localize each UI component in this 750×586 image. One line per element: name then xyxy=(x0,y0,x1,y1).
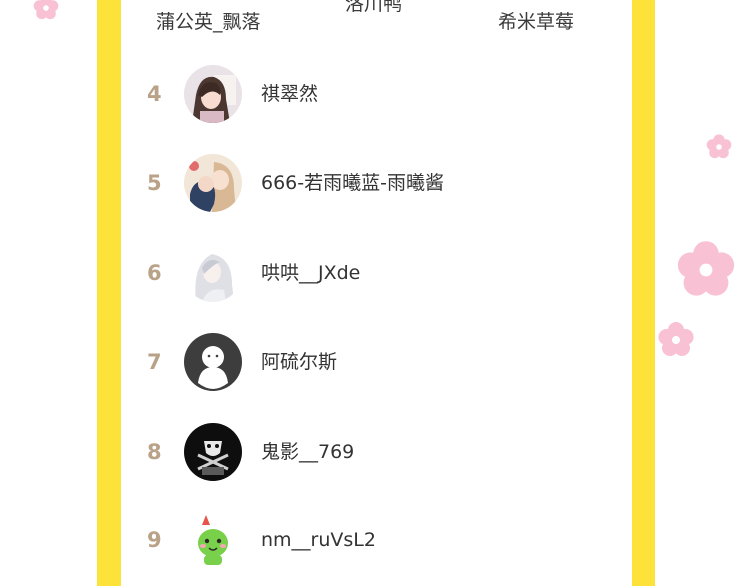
ranking-row[interactable]: 5 666-若雨曦蓝-雨曦酱 xyxy=(121,148,632,218)
ranking-row[interactable]: 6 哄哄__JXde xyxy=(121,238,632,308)
ranking-row[interactable]: 7 阿硫尔斯 xyxy=(121,327,632,397)
sakura-flower-icon xyxy=(677,241,735,296)
podium-first-name[interactable]: 洛川鸭 xyxy=(345,0,402,16)
ranking-row[interactable]: 9 nm__ruVsL2 xyxy=(121,505,632,575)
user-name[interactable]: 鬼影__769 xyxy=(261,417,354,487)
user-avatar[interactable] xyxy=(184,333,242,391)
user-name[interactable]: 哄哄__JXde xyxy=(261,238,360,308)
rank-number: 6 xyxy=(147,261,162,285)
left-yellow-border xyxy=(97,0,121,586)
user-name[interactable]: 祺翠然 xyxy=(261,59,318,129)
rank-number: 5 xyxy=(147,171,162,195)
right-yellow-border xyxy=(632,0,655,586)
user-avatar[interactable] xyxy=(184,154,242,212)
sakura-flower-icon xyxy=(33,0,59,20)
rank-number: 7 xyxy=(147,350,162,374)
user-name[interactable]: 阿硫尔斯 xyxy=(261,327,337,397)
ranking-row[interactable]: 4 祺翠然 xyxy=(121,59,632,129)
user-avatar[interactable] xyxy=(184,511,242,569)
rank-number: 9 xyxy=(147,528,162,552)
podium-third-name[interactable]: 希米草莓 xyxy=(498,7,574,34)
user-name[interactable]: 666-若雨曦蓝-雨曦酱 xyxy=(261,148,444,218)
sakura-flower-icon xyxy=(706,134,732,159)
sakura-flower-icon xyxy=(658,322,694,356)
user-avatar[interactable] xyxy=(184,244,242,302)
user-name[interactable]: nm__ruVsL2 xyxy=(261,505,376,575)
rank-number: 4 xyxy=(147,82,162,106)
user-avatar[interactable] xyxy=(184,423,242,481)
ranking-row[interactable]: 8 鬼影__769 xyxy=(121,417,632,487)
user-avatar[interactable] xyxy=(184,65,242,123)
podium-second-name[interactable]: 蒲公英_飘落 xyxy=(156,7,261,34)
rank-number: 8 xyxy=(147,440,162,464)
